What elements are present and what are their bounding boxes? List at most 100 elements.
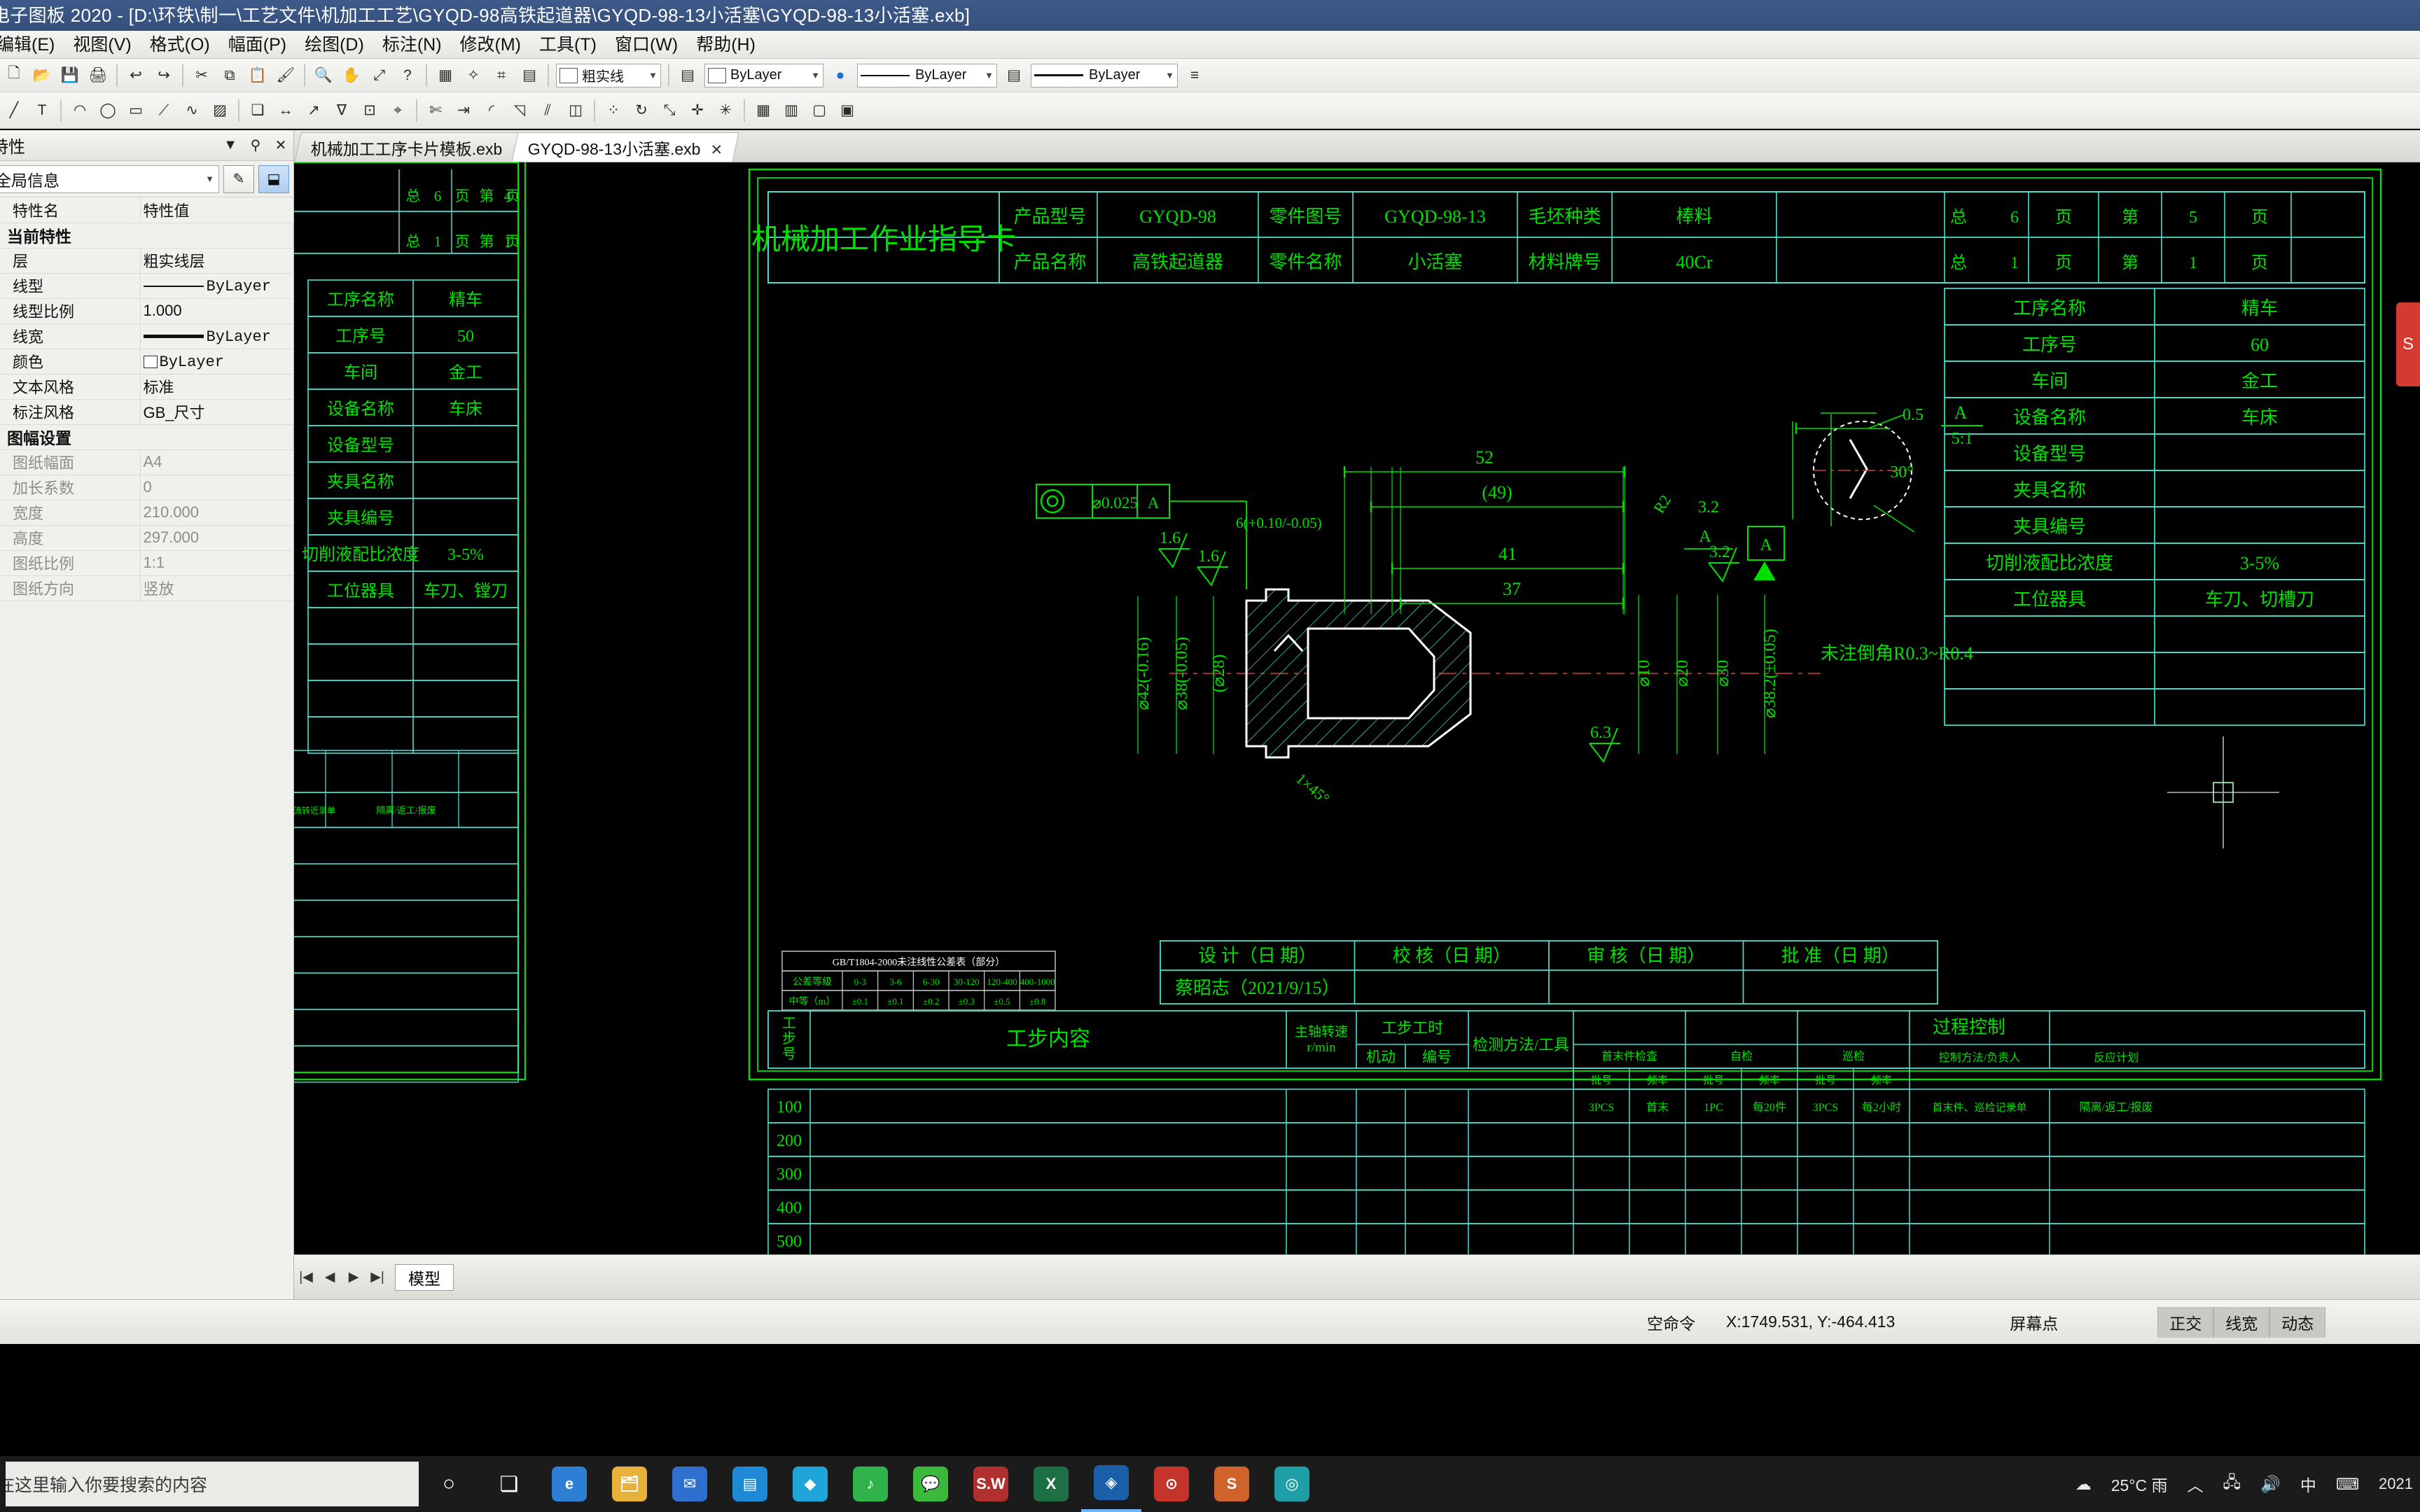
lineweight-combo[interactable]: ByLayer ▼: [1031, 63, 1178, 88]
mirror-icon[interactable]: ◫: [562, 97, 589, 124]
save-icon[interactable]: 💾: [57, 62, 83, 89]
properties-row-value[interactable]: 0: [140, 475, 293, 500]
pick-object-icon[interactable]: ⬓: [258, 164, 289, 193]
page-nav-1[interactable]: ◀: [318, 1269, 342, 1285]
properties-row-value[interactable]: 1.000: [140, 298, 293, 324]
menu-item-0[interactable]: 编辑(E): [0, 31, 64, 58]
properties-row[interactable]: 图纸方向 竖放: [0, 575, 293, 601]
move-icon[interactable]: ✛: [684, 97, 711, 124]
menu-item-7[interactable]: 工具(T): [530, 31, 606, 58]
tolerance-icon[interactable]: ⌖: [384, 97, 411, 124]
layer-state-icon[interactable]: ▤: [674, 62, 701, 89]
properties-scope-dropdown[interactable]: 全局信息 ▼: [0, 164, 219, 193]
properties-row-value[interactable]: ByLayer: [140, 349, 293, 374]
properties-row[interactable]: 标注风格 GB_尺寸: [0, 399, 293, 425]
new-file-icon[interactable]: 🗋: [1, 62, 27, 89]
menu-item-2[interactable]: 格式(O): [141, 31, 219, 58]
page-nav-0[interactable]: |◀: [294, 1269, 318, 1285]
array-icon[interactable]: ⁘: [600, 97, 627, 124]
properties-row-value[interactable]: 1:1: [140, 550, 293, 576]
properties-row-value[interactable]: GB_尺寸: [140, 399, 293, 425]
linetype-manager-icon[interactable]: ▤: [1001, 62, 1027, 89]
model-tab[interactable]: 模型: [395, 1264, 454, 1291]
qq-music-icon[interactable]: ♪: [840, 1456, 900, 1512]
color-picker-icon[interactable]: ●: [827, 62, 854, 89]
document-tab-1[interactable]: GYQD-98-13小活塞.exb ✕: [512, 132, 740, 162]
browser2-icon[interactable]: ◆: [780, 1456, 840, 1512]
store-icon[interactable]: ▤: [720, 1456, 780, 1512]
block-icon[interactable]: ❏: [244, 97, 271, 124]
match-prop-icon[interactable]: 🖌: [272, 62, 299, 89]
solidworks-icon[interactable]: S.W: [961, 1456, 1021, 1512]
clear-selection-icon[interactable]: ✎: [223, 164, 254, 193]
volume-icon[interactable]: 🔊: [2251, 1475, 2290, 1494]
properties-row[interactable]: 图纸幅面 A4: [0, 449, 293, 475]
menu-item-5[interactable]: 标注(N): [373, 31, 451, 58]
properties-row[interactable]: 文本风格 标准: [0, 374, 293, 400]
properties-row-value[interactable]: 粗实线层: [140, 248, 293, 274]
properties-group-1[interactable]: 图幅设置: [0, 424, 293, 450]
spline-icon[interactable]: ∿: [179, 97, 205, 124]
file-explorer-icon[interactable]: 🗂: [599, 1456, 660, 1512]
undo-icon[interactable]: ↩: [123, 62, 149, 89]
extend-icon[interactable]: ⇥: [450, 97, 477, 124]
status-snap-mode[interactable]: 屏幕点: [1994, 1310, 2073, 1334]
network-icon[interactable]: 🖧: [2213, 1471, 2251, 1498]
leader-icon[interactable]: ↗: [300, 97, 327, 124]
status-toggle-dynamic[interactable]: 动态: [2269, 1306, 2326, 1338]
paste-icon[interactable]: 📋: [244, 62, 271, 89]
trim-icon[interactable]: ✄: [422, 97, 449, 124]
roughness-icon[interactable]: ∇: [328, 97, 355, 124]
rect-icon[interactable]: ▭: [123, 97, 149, 124]
app-red-icon[interactable]: ⊙: [1141, 1456, 1202, 1512]
mail-icon[interactable]: ✉: [660, 1456, 720, 1512]
arc-icon[interactable]: ◠: [67, 97, 93, 124]
ortho-icon[interactable]: ⌗: [488, 62, 515, 89]
offset-icon[interactable]: ⫽: [534, 97, 561, 124]
properties-row-value[interactable]: 297.000: [140, 525, 293, 551]
menu-item-4[interactable]: 绘图(D): [295, 31, 373, 58]
ime-keyboard-icon[interactable]: ⌨: [2326, 1475, 2369, 1494]
menu-item-8[interactable]: 窗口(W): [606, 31, 687, 58]
fillet-icon[interactable]: ◜: [478, 97, 505, 124]
page-nav-3[interactable]: ▶|: [366, 1269, 389, 1285]
menu-item-9[interactable]: 帮助(H): [687, 31, 765, 58]
properties-row-value[interactable]: ByLayer: [140, 323, 293, 349]
cad-canvas[interactable]: 料器总6页第4页总1页第1页工序名称精车工序号50车间金工设备名称车床设备型号夹…: [294, 162, 2420, 1254]
properties-row[interactable]: 线型比例 1.000: [0, 298, 293, 324]
properties-row[interactable]: 图纸比例 1:1: [0, 550, 293, 576]
properties-row-value[interactable]: 210.000: [140, 500, 293, 526]
page-nav-2[interactable]: ▶: [342, 1269, 366, 1285]
scale-icon[interactable]: ⤡: [656, 97, 683, 124]
redo-icon[interactable]: ↪: [151, 62, 177, 89]
text-icon[interactable]: T: [29, 97, 55, 124]
wechat-icon[interactable]: 💬: [900, 1456, 961, 1512]
grid-icon[interactable]: ▦: [432, 62, 459, 89]
taskbar-search-input[interactable]: 在这里输入你要搜索的内容: [6, 1462, 419, 1506]
pin-icon[interactable]: ⚲: [243, 136, 268, 154]
task-view-icon[interactable]: ❏: [479, 1456, 539, 1512]
app-orange-icon[interactable]: S: [1202, 1456, 1262, 1512]
properties-row[interactable]: 加长系数 0: [0, 475, 293, 500]
excel-icon[interactable]: X: [1021, 1456, 1081, 1512]
datum-icon[interactable]: ⊡: [356, 97, 383, 124]
explode-icon[interactable]: ✳: [712, 97, 739, 124]
side-panel-tab[interactable]: S: [2396, 302, 2420, 386]
status-toggle-ortho[interactable]: 正交: [2157, 1306, 2214, 1338]
hatch-icon[interactable]: ▨: [207, 97, 233, 124]
properties-row[interactable]: 层粗实线层: [0, 248, 293, 274]
zoom-window-icon[interactable]: 🔍: [310, 62, 337, 89]
properties-row[interactable]: 线型 ByLayer: [0, 273, 293, 299]
bom-icon[interactable]: ▥: [778, 97, 805, 124]
snap-icon[interactable]: ✧: [460, 62, 487, 89]
linetype-combo[interactable]: ByLayer ▼: [857, 63, 997, 88]
properties-row-value[interactable]: ByLayer: [140, 273, 293, 299]
table-icon[interactable]: ▦: [750, 97, 777, 124]
menu-item-1[interactable]: 视图(V): [64, 31, 140, 58]
properties-row[interactable]: 颜色 ByLayer: [0, 349, 293, 374]
status-toggle-lineweight[interactable]: 线宽: [2213, 1306, 2270, 1338]
layer-icon[interactable]: ▤: [516, 62, 543, 89]
properties-row[interactable]: 线宽 ByLayer: [0, 323, 293, 349]
properties-row[interactable]: 宽度 210.000: [0, 500, 293, 526]
cut-icon[interactable]: ✂: [188, 62, 215, 89]
